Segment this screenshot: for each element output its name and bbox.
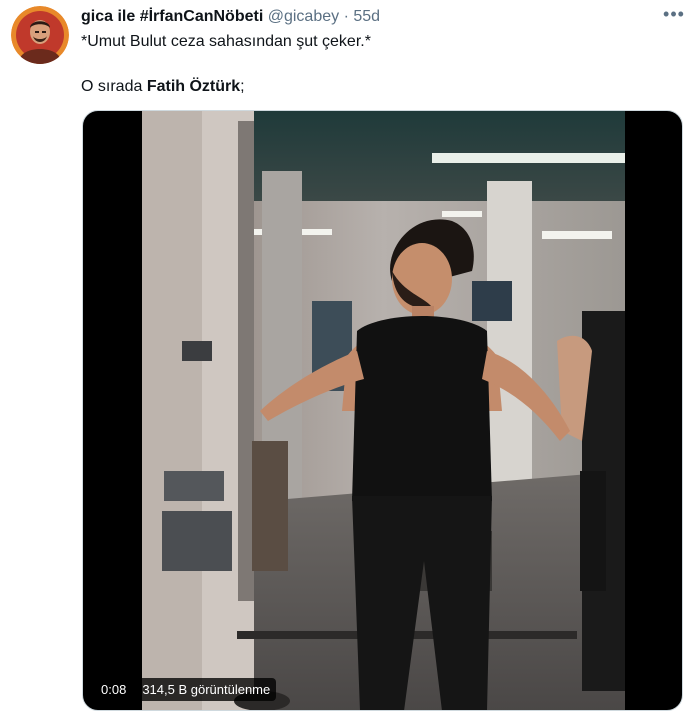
tweet-header: gica ile #İrfanCanNöbeti @gicabey · 55d bbox=[81, 6, 380, 28]
avatar[interactable] bbox=[11, 6, 69, 64]
line2-suffix: ; bbox=[240, 78, 245, 95]
tweet-text-line1: *Umut Bulut ceza sahasından şut çeker.* bbox=[81, 33, 371, 50]
video-view-count: 314,5 B görüntülenme bbox=[136, 677, 277, 701]
separator-dot: · bbox=[343, 8, 349, 25]
tweet[interactable]: gica ile #İrfanCanNöbeti @gicabey · 55d … bbox=[0, 0, 700, 716]
mentioned-name: Fatih Öztürk bbox=[146, 78, 241, 95]
video-player[interactable]: 0:08 314,5 B görüntülenme bbox=[82, 110, 683, 711]
author-handle[interactable]: @gicabey bbox=[268, 8, 339, 25]
avatar-image bbox=[11, 6, 69, 64]
tweet-text-line2: O sırada Fatih Öztürk; bbox=[81, 76, 245, 98]
video-frame bbox=[142, 111, 625, 710]
author-name[interactable]: gica ile #İrfanCanNöbeti bbox=[81, 8, 263, 25]
video-overlay: 0:08 314,5 B görüntülenme bbox=[95, 677, 277, 701]
video-elapsed-time: 0:08 bbox=[95, 677, 133, 701]
line2-prefix: O sırada bbox=[81, 78, 147, 95]
tweet-time[interactable]: 55d bbox=[353, 8, 380, 25]
more-options-icon[interactable]: ••• bbox=[662, 5, 686, 25]
